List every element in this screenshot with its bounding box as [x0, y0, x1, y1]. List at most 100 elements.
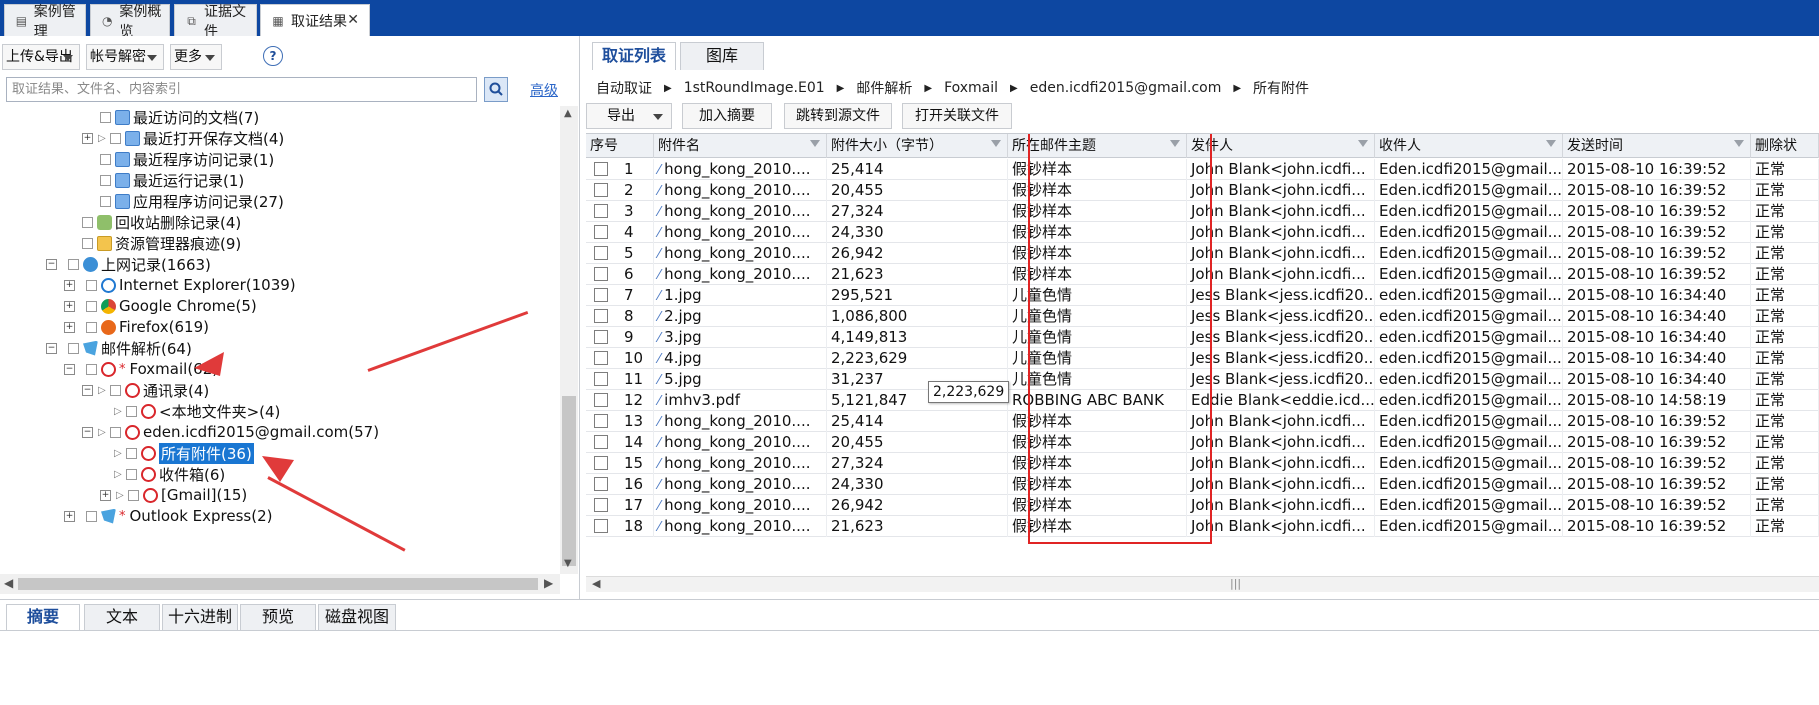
tree-node-selected[interactable]: ▷ 所有附件(36): [114, 442, 254, 464]
advanced-search-link[interactable]: 高级: [530, 80, 558, 100]
column-header-send-time[interactable]: 发送时间: [1563, 134, 1751, 158]
row-checkbox[interactable]: [594, 309, 608, 323]
checkbox[interactable]: [126, 447, 137, 459]
column-header-attachment-size[interactable]: 附件大小（字节）: [827, 134, 1008, 158]
breadcrumb-item[interactable]: eden.icdfi2015@gmail.com: [1030, 80, 1222, 96]
checkbox[interactable]: [86, 300, 97, 312]
tree-node[interactable]: 回收站删除记录(4): [82, 211, 241, 233]
close-icon[interactable]: ✕: [347, 12, 359, 28]
scroll-up-icon[interactable]: ▲: [564, 108, 572, 119]
checkbox[interactable]: [110, 384, 121, 396]
row-checkbox[interactable]: [594, 477, 608, 491]
checkbox[interactable]: [100, 174, 111, 186]
tree-node[interactable]: − 上网记录(1663): [46, 253, 211, 275]
collapse-icon[interactable]: −: [82, 384, 93, 396]
checkbox[interactable]: [126, 405, 137, 417]
row-checkbox[interactable]: [594, 330, 608, 344]
column-header-sender[interactable]: 发件人: [1187, 134, 1375, 158]
filter-icon[interactable]: [1734, 140, 1744, 147]
scrollbar-thumb[interactable]: [562, 396, 576, 566]
checkbox[interactable]: [86, 321, 97, 333]
collapse-icon[interactable]: −: [64, 363, 75, 375]
checkbox[interactable]: [100, 153, 111, 165]
upload-export-dropdown[interactable]: 上传&导出: [2, 44, 80, 70]
tree-node[interactable]: − ▷ eden.icdfi2015@gmail.com(57): [82, 421, 379, 443]
row-checkbox[interactable]: [594, 498, 608, 512]
row-checkbox[interactable]: [594, 435, 608, 449]
tree-node[interactable]: 最近程序访问记录(1): [100, 148, 274, 170]
tab-case-management[interactable]: ▤ 案例管理: [4, 4, 86, 40]
filter-icon[interactable]: [1546, 140, 1556, 147]
breadcrumb-item[interactable]: 邮件解析: [856, 78, 912, 98]
tree-node[interactable]: + Google Chrome(5): [64, 295, 257, 317]
breadcrumb-item[interactable]: 自动取证: [596, 78, 652, 98]
filter-icon[interactable]: [810, 140, 820, 147]
breadcrumb-item[interactable]: 1stRoundImage.E01: [684, 80, 825, 96]
checkbox[interactable]: [110, 132, 121, 144]
account-decrypt-dropdown[interactable]: 帐号解密: [86, 44, 164, 70]
row-checkbox[interactable]: [594, 519, 608, 533]
checkbox[interactable]: [86, 510, 97, 522]
tree-node[interactable]: − ▷ 通讯录(4): [82, 379, 209, 401]
tab-forensic-list[interactable]: 取证列表: [592, 42, 676, 70]
checkbox[interactable]: [86, 279, 97, 291]
scroll-right-icon[interactable]: ▶: [544, 576, 553, 590]
column-header-recipient[interactable]: 收件人: [1375, 134, 1563, 158]
tree-node[interactable]: ▷ <本地文件夹>(4): [114, 400, 280, 422]
tab-preview[interactable]: 预览: [240, 604, 316, 630]
checkbox[interactable]: [82, 237, 93, 249]
tab-gallery[interactable]: 图库: [680, 42, 764, 70]
tab-summary[interactable]: 摘要: [6, 604, 80, 630]
add-summary-button[interactable]: 加入摘要: [682, 103, 772, 129]
tree-horizontal-scrollbar[interactable]: ◀ ▶: [0, 574, 560, 594]
column-header-delete-status[interactable]: 删除状: [1751, 134, 1819, 158]
expand-icon[interactable]: +: [64, 321, 75, 333]
row-checkbox[interactable]: [594, 372, 608, 386]
tab-hex[interactable]: 十六进制: [162, 604, 238, 630]
help-icon[interactable]: ?: [263, 46, 283, 66]
tree-node[interactable]: + Internet Explorer(1039): [64, 274, 296, 296]
tab-evidence-files[interactable]: ⧉ 证据文件: [174, 4, 257, 40]
row-checkbox[interactable]: [594, 246, 608, 260]
tree-node[interactable]: 最近访问的文档(7): [100, 106, 259, 128]
more-dropdown[interactable]: 更多: [170, 44, 222, 70]
expand-icon[interactable]: +: [64, 279, 75, 291]
checkbox[interactable]: [128, 489, 139, 501]
row-checkbox[interactable]: [594, 225, 608, 239]
jump-to-source-button[interactable]: 跳转到源文件: [784, 103, 892, 129]
checkbox[interactable]: [68, 258, 79, 270]
expand-icon[interactable]: +: [82, 132, 93, 144]
collapse-icon[interactable]: −: [82, 426, 93, 438]
tree-node[interactable]: + Firefox(619): [64, 316, 209, 338]
checkbox[interactable]: [100, 111, 111, 123]
tab-forensic-results[interactable]: ▦ 取证结果 ✕: [260, 4, 370, 36]
scroll-left-icon[interactable]: ◀: [4, 576, 13, 590]
export-dropdown[interactable]: 导出: [586, 103, 672, 129]
row-checkbox[interactable]: [594, 267, 608, 281]
tab-case-overview[interactable]: ◔ 案例概览: [90, 4, 170, 40]
row-checkbox[interactable]: [594, 456, 608, 470]
tree-node[interactable]: + ▷ 最近打开保存文档(4): [82, 127, 284, 149]
checkbox[interactable]: [126, 468, 137, 480]
row-checkbox[interactable]: [594, 351, 608, 365]
tree-node[interactable]: ▷ 收件箱(6): [114, 463, 225, 485]
row-checkbox[interactable]: [594, 393, 608, 407]
checkbox[interactable]: [110, 426, 121, 438]
expand-icon[interactable]: +: [100, 489, 111, 501]
tree-node[interactable]: 资源管理器痕迹(9): [82, 232, 241, 254]
column-header-index[interactable]: 序号: [586, 134, 654, 158]
collapse-icon[interactable]: −: [46, 258, 57, 270]
filter-icon[interactable]: [991, 140, 1001, 147]
tree-node[interactable]: 最近运行记录(1): [100, 169, 244, 191]
tree-node[interactable]: + * Outlook Express(2): [64, 505, 273, 527]
scrollbar-thumb[interactable]: [18, 578, 538, 590]
column-header-attachment-name[interactable]: 附件名: [654, 134, 827, 158]
row-checkbox[interactable]: [594, 183, 608, 197]
collapse-icon[interactable]: −: [46, 342, 57, 354]
scrollbar-grip-icon[interactable]: |||: [1230, 577, 1241, 590]
row-checkbox[interactable]: [594, 288, 608, 302]
checkbox[interactable]: [82, 216, 93, 228]
expand-icon[interactable]: +: [64, 510, 75, 522]
checkbox[interactable]: [68, 342, 79, 354]
scroll-down-icon[interactable]: ▼: [564, 558, 572, 569]
